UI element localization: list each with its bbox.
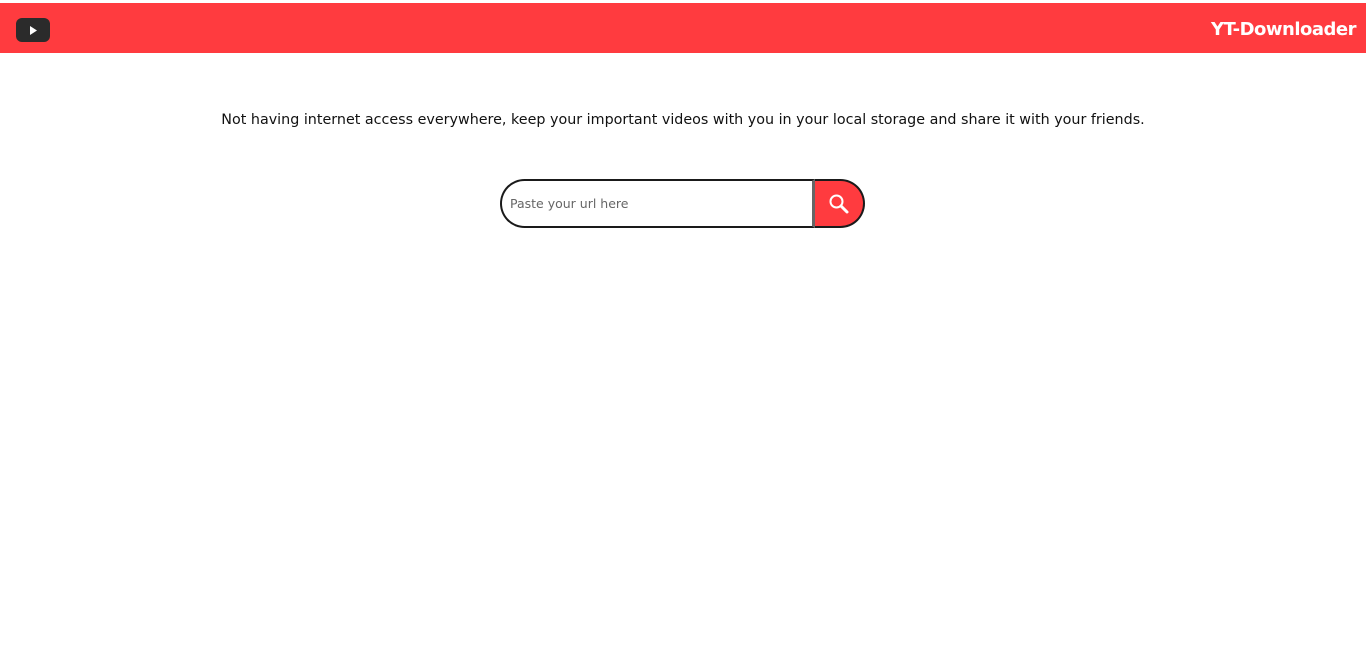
url-input[interactable] <box>500 179 815 228</box>
search-bar <box>500 179 865 228</box>
brand-title[interactable]: YT-Downloader <box>1211 18 1357 42</box>
header-bar: YT-Downloader <box>0 3 1366 53</box>
search-button[interactable] <box>815 179 865 228</box>
search-icon <box>829 194 849 214</box>
play-icon[interactable] <box>16 18 50 42</box>
tagline-text: Not having internet access everywhere, k… <box>221 112 1145 128</box>
